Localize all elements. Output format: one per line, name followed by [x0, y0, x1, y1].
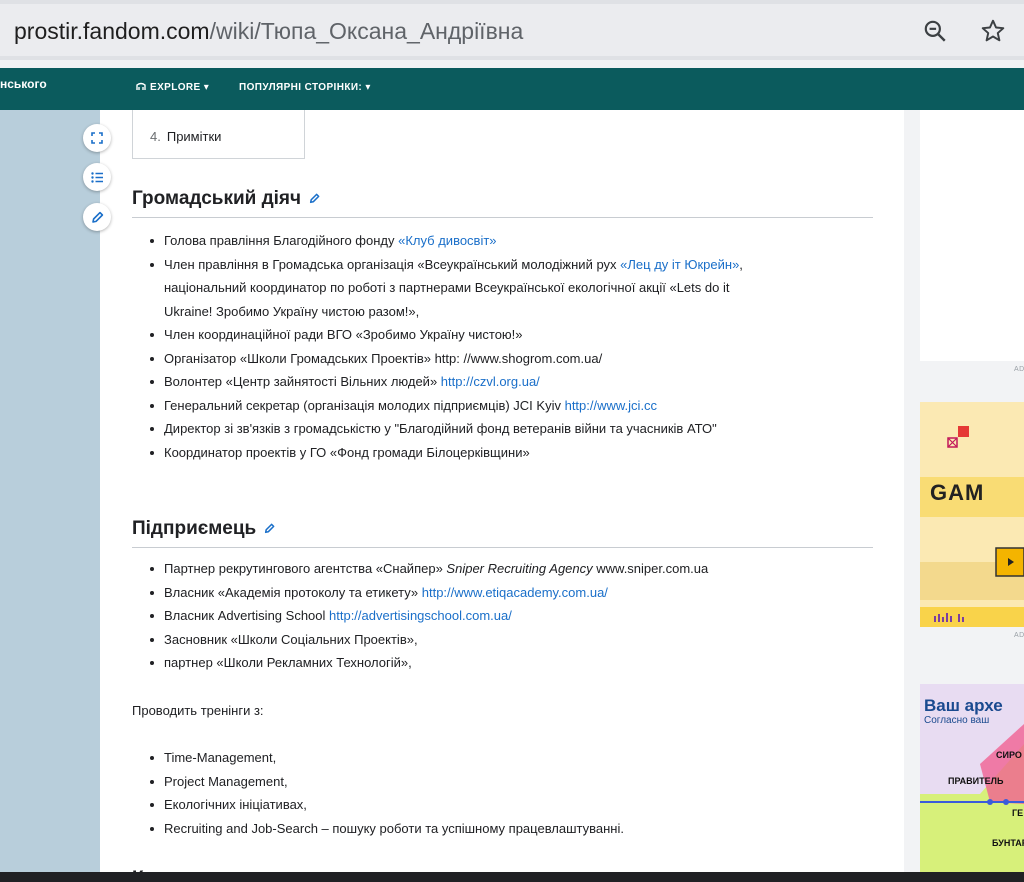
explore-icon [136, 82, 146, 90]
ad-label: AD [1014, 632, 1024, 639]
toc-button[interactable] [83, 163, 111, 191]
url-domain: prostir.fandom.com [14, 18, 210, 44]
list-item: Генеральний секретар (організація молоди… [150, 394, 743, 418]
table-of-contents: 4. Примітки [132, 110, 305, 159]
list-item: Партнер рекрутингового агентства «Снайпе… [150, 557, 708, 581]
section-heading: Громадський діяч [132, 188, 320, 210]
section-divider [132, 217, 873, 218]
list-item: Директор зі зв'язків з громадськістю у "… [150, 417, 743, 441]
ad-word: ПРАВИТЕЛЬ [948, 776, 1004, 786]
os-taskbar [0, 872, 1024, 882]
list-item: Власник «Академія протоколу та етикету» … [150, 581, 708, 605]
list-item: Волонтер «Центр зайнятості Вільних людей… [150, 370, 743, 394]
list-item: Власник Advertising School http://advert… [150, 604, 708, 628]
link[interactable]: http://advertisingschool.com.ua/ [329, 608, 512, 623]
popular-pages-label: ПОПУЛЯРНІ СТОРІНКИ: [239, 82, 363, 93]
ad-word: СИРО [996, 750, 1022, 760]
link[interactable]: http://czvl.org.ua/ [441, 374, 540, 389]
list-item: Time-Management, [150, 746, 624, 770]
list-item: Голова правління Благодійного фонду «Клу… [150, 229, 743, 253]
fullscreen-button[interactable] [83, 124, 111, 152]
business-activity-list: Партнер рекрутингового агентства «Снайпе… [150, 557, 708, 675]
toolbar-divider [0, 60, 1024, 68]
browser-toolbar: prostir.fandom.com/wiki/Тюпа_Оксана_Андр… [0, 0, 1024, 60]
wiki-header: нського EXPLORE ▾ ПОПУЛЯРНІ СТОРІНКИ: ▾ [0, 68, 1024, 110]
ad-word: ГЕ [1012, 808, 1024, 818]
popular-pages-menu[interactable]: ПОПУЛЯРНІ СТОРІНКИ: ▾ [239, 82, 371, 93]
address-bar[interactable]: prostir.fandom.com/wiki/Тюпа_Оксана_Андр… [0, 4, 1024, 56]
toc-item[interactable]: 4. Примітки [150, 129, 221, 144]
link[interactable]: «Лец ду іт Юкрейн» [620, 257, 739, 272]
edit-section-icon[interactable] [264, 518, 275, 540]
edit-button[interactable] [83, 203, 111, 231]
list-item: Координатор проектів у ГО «Фонд громади … [150, 441, 743, 465]
list-item: Project Management, [150, 770, 624, 794]
trainings-list: Time-Management, Project Management, Еко… [150, 746, 624, 840]
left-rail [0, 110, 100, 882]
list-icon [90, 171, 103, 183]
trainings-intro: Проводить тренінги з: [132, 703, 264, 718]
explore-label: EXPLORE [150, 82, 201, 93]
link[interactable]: http://www.jci.cc [565, 398, 657, 413]
url-text[interactable]: prostir.fandom.com/wiki/Тюпа_Оксана_Андр… [14, 18, 523, 45]
section-title: Громадський діяч [132, 188, 302, 210]
ad-slot-archetype[interactable]: Ваш архе Согласно ваш СИРО ПРАВИТЕЛЬ ГЕ … [920, 684, 1024, 882]
edit-section-icon[interactable] [309, 188, 320, 210]
list-item: партнер «Школи Рекламних Технологій», [150, 651, 708, 675]
list-item: Екологічних ініціативах, [150, 793, 624, 817]
list-item: Засновник «Школи Соціальних Проектів», [150, 628, 708, 652]
ad-slot-top[interactable] [920, 110, 1024, 361]
section-heading: Підприємець [132, 518, 275, 540]
ad-slot-game[interactable]: GAM [920, 402, 1024, 627]
expand-icon [91, 132, 103, 144]
list-item: Член правління в Громадська організація … [150, 253, 743, 324]
section-divider [132, 547, 873, 548]
chevron-down-icon: ▾ [365, 82, 371, 93]
game-ad-text: GAM [930, 480, 985, 505]
link[interactable]: http://www.etiqacademy.com.ua/ [422, 585, 608, 600]
list-item: Recruiting and Job-Search – пошуку робот… [150, 817, 624, 841]
wiki-name[interactable]: нського [0, 77, 47, 91]
pencil-icon [91, 211, 103, 223]
section-title: Підприємець [132, 518, 257, 540]
list-item: Організатор «Школи Громадських Проектів»… [150, 347, 743, 371]
ad-word: БУНТАР [992, 838, 1024, 848]
bookmark-star-icon[interactable] [980, 18, 1006, 44]
list-item: Член координаційної ради ВГО «Зробимо Ук… [150, 323, 743, 347]
link[interactable]: «Клуб дивосвіт» [398, 233, 496, 248]
url-path: /wiki/Тюпа_Оксана_Андріївна [209, 18, 524, 44]
game-ad-graphic [920, 426, 1024, 627]
explore-menu[interactable]: EXPLORE ▾ [136, 82, 209, 93]
zoom-out-icon[interactable] [922, 18, 948, 44]
chevron-down-icon: ▾ [203, 82, 210, 93]
civic-activity-list: Голова правління Благодійного фонду «Клу… [150, 229, 743, 464]
ad-label: AD [1014, 366, 1024, 373]
